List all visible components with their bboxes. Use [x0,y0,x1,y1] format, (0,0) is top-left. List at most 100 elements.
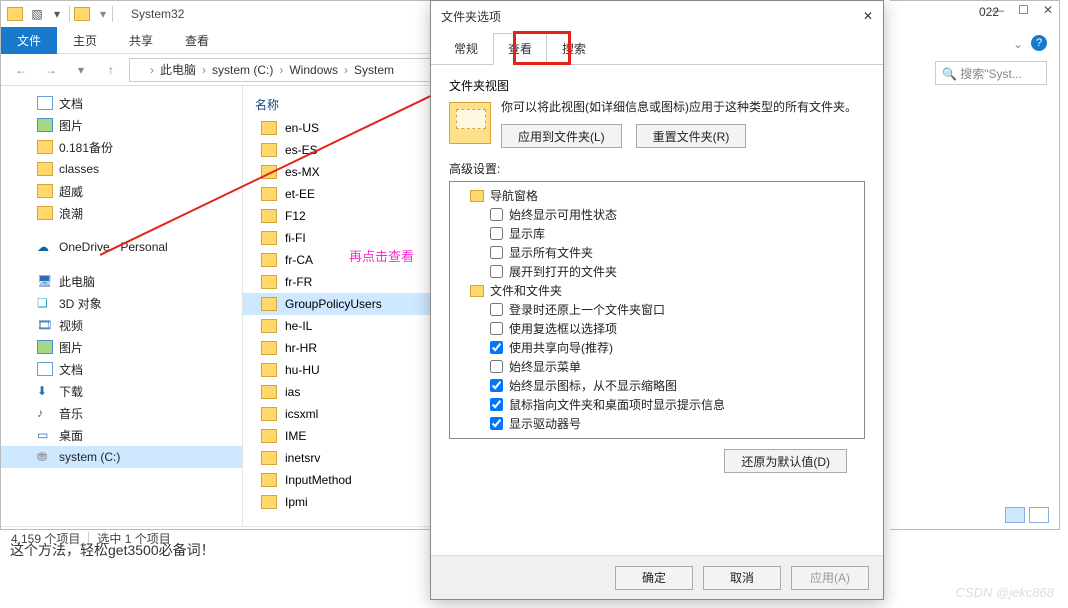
nav-icon: ☁ [37,240,53,254]
tab-view[interactable]: 查看 [493,33,547,65]
crumb-drive[interactable]: system (C:) [208,63,277,77]
option-checkbox[interactable] [490,208,503,221]
item-label: Ipmi [285,495,308,509]
crumb-pc[interactable]: 此电脑 [156,61,200,78]
item-label: fi-FI [285,231,306,245]
back-button[interactable]: ← [9,58,33,82]
nav-label: 音乐 [59,405,83,422]
folder-icon [134,64,148,76]
chevron-down-icon[interactable]: ⌄ [1013,37,1023,51]
close-button[interactable]: ✕ [1043,3,1053,17]
tree-option[interactable]: 显示库 [452,224,862,243]
navigation-pane[interactable]: 文档图片0.181备份classes超威浪潮☁OneDrive - Person… [1,86,243,526]
search-input[interactable]: 🔍 搜索"Syst... [935,61,1047,85]
apply-to-folders-button[interactable]: 应用到文件夹(L) [501,124,622,148]
tree-group[interactable]: 文件和文件夹 [452,281,862,300]
item-label: icsxml [285,407,318,421]
tree-option[interactable]: 始终显示图标，从不显示缩略图 [452,376,862,395]
apply-button[interactable]: 应用(A) [791,566,869,590]
crumb-windows[interactable]: Windows [285,63,342,77]
item-label: hu-HU [285,363,320,377]
nav-item[interactable]: 文档 [1,358,242,380]
nav-label: 文档 [59,361,83,378]
nav-label: 3D 对象 [59,295,102,312]
item-label: IME [285,429,306,443]
tree-option[interactable]: 始终显示可用性状态 [452,205,862,224]
folder-view-section: 文件夹视图 你可以将此视图(如详细信息或图标)应用于这种类型的所有文件夹。 应用… [431,65,883,160]
option-checkbox[interactable] [490,398,503,411]
tree-option[interactable]: 展开到打开的文件夹 [452,262,862,281]
option-checkbox[interactable] [490,322,503,335]
option-checkbox[interactable] [490,341,503,354]
tab-home[interactable]: 主页 [57,27,113,54]
item-label: GroupPolicyUsers [285,297,382,311]
reset-folders-button[interactable]: 重置文件夹(R) [636,124,747,148]
option-checkbox[interactable] [490,246,503,259]
advanced-tree[interactable]: 导航窗格始终显示可用性状态显示库显示所有文件夹展开到打开的文件夹文件和文件夹登录… [449,181,865,439]
option-checkbox[interactable] [490,379,503,392]
forward-button[interactable]: → [39,58,63,82]
option-checkbox[interactable] [490,360,503,373]
option-checkbox[interactable] [490,265,503,278]
nav-item[interactable]: 图片 [1,114,242,136]
tab-view[interactable]: 查看 [169,27,225,54]
nav-item[interactable]: 图片 [1,336,242,358]
tab-search[interactable]: 搜索 [547,33,601,64]
nav-item[interactable]: ☁OneDrive - Personal [1,236,242,258]
tree-option[interactable]: 显示驱动器号 [452,414,862,433]
nav-item[interactable]: classes [1,158,242,180]
tab-share[interactable]: 共享 [113,27,169,54]
close-button[interactable]: ✕ [863,9,873,23]
option-checkbox[interactable] [490,303,503,316]
tree-option[interactable]: 登录时还原上一个文件夹窗口 [452,300,862,319]
nav-item[interactable]: 文档 [1,92,242,114]
tab-file[interactable]: 文件 [1,27,57,54]
view-large-button[interactable] [1029,507,1049,523]
nav-item[interactable]: 🖥此电脑 [1,270,242,292]
nav-item[interactable]: 浪潮 [1,202,242,224]
tree-option[interactable]: 鼠标指向文件夹和桌面项时显示提示信息 [452,395,862,414]
tree-option[interactable]: 始终显示菜单 [452,357,862,376]
recent-dropdown[interactable]: ▾ [69,58,93,82]
qat-props-icon[interactable]: ▧ [29,6,45,22]
nav-item[interactable]: ♪音乐 [1,402,242,424]
cancel-button[interactable]: 取消 [703,566,781,590]
nav-item[interactable]: ❏3D 对象 [1,292,242,314]
tab-general[interactable]: 常规 [439,33,493,64]
nav-item[interactable]: ▭桌面 [1,424,242,446]
restore-defaults-button[interactable]: 还原为默认值(D) [724,449,847,473]
up-button[interactable]: ↑ [99,58,123,82]
nav-item[interactable]: ⛃system (C:) [1,446,242,468]
option-checkbox[interactable] [490,417,503,430]
nav-item[interactable]: 🎞视频 [1,314,242,336]
crumb-system[interactable]: System [350,63,398,77]
folder-icon [261,495,277,509]
minimize-button[interactable]: — [992,3,1004,17]
nav-icon [37,140,53,154]
tree-option[interactable]: 使用共享向导(推荐) [452,338,862,357]
nav-icon [37,96,53,110]
maximize-button[interactable]: ☐ [1018,3,1029,17]
option-checkbox[interactable] [490,227,503,240]
tree-option[interactable]: 显示所有文件夹 [452,243,862,262]
folder-icon [261,407,277,421]
nav-item[interactable]: ⬇下载 [1,380,242,402]
qat-dropdown-icon[interactable]: ▾ [49,6,65,22]
qat-dropdown-icon[interactable]: ▾ [100,7,106,21]
folder-icon [261,231,277,245]
help-icon[interactable]: ? [1031,35,1047,51]
folder-icon [261,275,277,289]
folder-view-text: 你可以将此视图(如详细信息或图标)应用于这种类型的所有文件夹。 [501,98,865,116]
tree-option[interactable]: 使用复选框以选择项 [452,319,862,338]
item-label: he-IL [285,319,312,333]
nav-label: 桌面 [59,427,83,444]
watermark: CSDN @jekc868 [956,585,1054,600]
window-controls: — ☐ ✕ [992,3,1053,17]
nav-item[interactable]: 0.181备份 [1,136,242,158]
view-details-button[interactable] [1005,507,1025,523]
tree-group[interactable]: 导航窗格 [452,186,862,205]
nav-item[interactable]: 超威 [1,180,242,202]
item-label: F12 [285,209,306,223]
ok-button[interactable]: 确定 [615,566,693,590]
folder-icon [261,187,277,201]
